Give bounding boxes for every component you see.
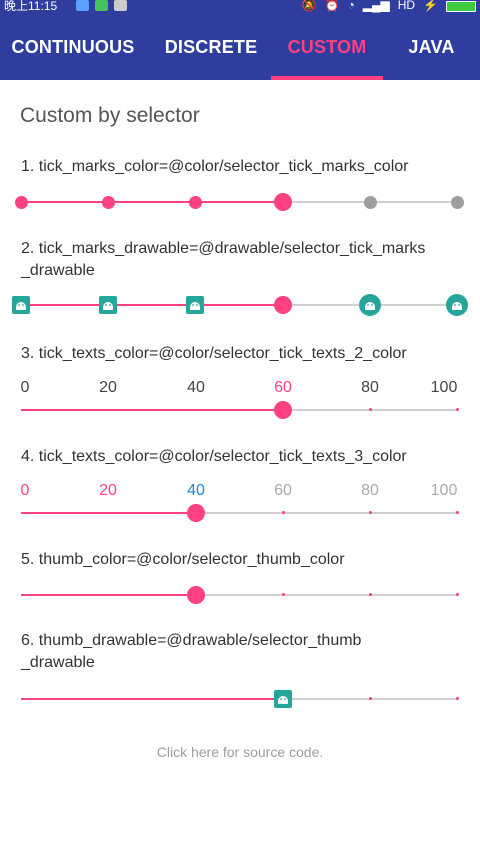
wifi-icon: ◔ bbox=[347, 0, 355, 12]
row6-title-line2: _drawable bbox=[21, 654, 95, 671]
row5-tick-mark bbox=[282, 593, 285, 596]
row3-tick-mark bbox=[456, 408, 459, 411]
row6-tick-mark bbox=[456, 697, 459, 700]
signal-icon: ▂▄▆ bbox=[362, 0, 390, 12]
tab-custom[interactable]: CUSTOM bbox=[271, 14, 383, 80]
row5-track-remaining bbox=[196, 594, 458, 596]
row5-tick-mark bbox=[369, 593, 372, 596]
bell-muted-icon: 🔕 bbox=[301, 0, 317, 12]
alarm-icon: ⏰ bbox=[324, 0, 340, 12]
row4-tick-mark bbox=[369, 511, 372, 514]
wechat-app-icon bbox=[95, 0, 108, 11]
android-square-icon bbox=[186, 296, 204, 314]
android-circle-icon bbox=[446, 294, 468, 316]
row4-track-progress bbox=[21, 512, 196, 514]
row3-track-progress bbox=[21, 409, 283, 411]
row4-tick-mark bbox=[282, 511, 285, 514]
row5-tick-mark bbox=[456, 593, 459, 596]
row1-track-progress bbox=[21, 201, 283, 203]
row2-thumb[interactable] bbox=[274, 296, 292, 314]
android-square-icon bbox=[99, 296, 117, 314]
tab-discrete[interactable]: DISCRETE bbox=[146, 14, 276, 80]
row2-title-line2: _drawable bbox=[21, 262, 95, 279]
row1-tick-80 bbox=[364, 196, 377, 209]
status-bar: 晚上11:15 🔕 ⏰ ◔ ▂▄▆ HD ⚡ bbox=[0, 0, 480, 14]
row3-tick-label-selected: 60 bbox=[274, 379, 292, 396]
row4-tick-label: 80 bbox=[361, 482, 379, 499]
row4-tick-label: 20 bbox=[99, 482, 117, 499]
row3-tick-label: 0 bbox=[20, 379, 30, 396]
doc-app-icon bbox=[114, 0, 127, 11]
row3-tick-label: 20 bbox=[99, 379, 117, 396]
row1-tick-100 bbox=[451, 196, 464, 209]
row4-tick-label-selected: 40 bbox=[187, 482, 205, 499]
row2-title-line1: 2. tick_marks_drawable=@drawable/selecto… bbox=[21, 240, 426, 257]
row5-title: 5. thumb_color=@color/selector_thumb_col… bbox=[21, 551, 345, 568]
row4-track-remaining bbox=[196, 512, 458, 514]
row4-tick-label: 100 bbox=[430, 482, 458, 499]
row1-tick-20 bbox=[102, 196, 115, 209]
row5-track-progress bbox=[21, 594, 196, 596]
row1-thumb[interactable] bbox=[274, 193, 292, 211]
notification-icons bbox=[76, 0, 127, 11]
row6-track-progress bbox=[21, 698, 283, 700]
row1-tick-40 bbox=[189, 196, 202, 209]
row3-tick-label: 100 bbox=[430, 379, 458, 396]
row5-thumb[interactable] bbox=[187, 586, 205, 604]
android-circle-icon bbox=[359, 294, 381, 316]
row3-tick-label: 80 bbox=[361, 379, 379, 396]
shield-app-icon bbox=[76, 0, 89, 11]
row3-tick-mark bbox=[369, 408, 372, 411]
tab-indicator bbox=[271, 76, 383, 80]
network-type: HD bbox=[397, 0, 416, 12]
row2-title: 2. tick_marks_drawable=@drawable/selecto… bbox=[21, 238, 425, 282]
row2-track-progress bbox=[21, 304, 283, 306]
source-code-link[interactable]: Click here for source code. bbox=[0, 744, 480, 760]
row1-tick-0 bbox=[15, 196, 28, 209]
status-time: 晚上11:15 bbox=[4, 0, 58, 13]
row6-title-line1: 6. thumb_drawable=@drawable/selector_thu… bbox=[21, 632, 362, 649]
row6-thumb-android-icon[interactable] bbox=[274, 690, 292, 708]
row4-title: 4. tick_texts_color=@color/selector_tick… bbox=[21, 448, 407, 465]
row6-tick-mark bbox=[369, 697, 372, 700]
row4-tick-mark bbox=[456, 511, 459, 514]
battery-icon bbox=[446, 0, 476, 12]
row3-title: 3. tick_texts_color=@color/selector_tick… bbox=[21, 345, 407, 362]
section-heading: Custom by selector bbox=[20, 104, 200, 127]
row3-tick-label: 40 bbox=[187, 379, 205, 396]
row6-title: 6. thumb_drawable=@drawable/selector_thu… bbox=[21, 630, 361, 674]
tab-bar: CONTINUOUS DISCRETE CUSTOM JAVA bbox=[0, 14, 480, 80]
tab-continuous[interactable]: CONTINUOUS bbox=[0, 14, 146, 80]
row4-thumb[interactable] bbox=[187, 504, 205, 522]
android-square-icon bbox=[12, 296, 30, 314]
tab-java[interactable]: JAVA bbox=[383, 14, 480, 80]
row4-tick-label: 0 bbox=[20, 482, 30, 499]
row1-title: 1. tick_marks_color=@color/selector_tick… bbox=[21, 158, 409, 175]
row3-thumb[interactable] bbox=[274, 401, 292, 419]
charging-icon: ⚡ bbox=[423, 0, 438, 12]
row4-tick-label: 60 bbox=[274, 482, 292, 499]
status-right: 🔕 ⏰ ◔ ▂▄▆ HD ⚡ bbox=[302, 0, 476, 12]
